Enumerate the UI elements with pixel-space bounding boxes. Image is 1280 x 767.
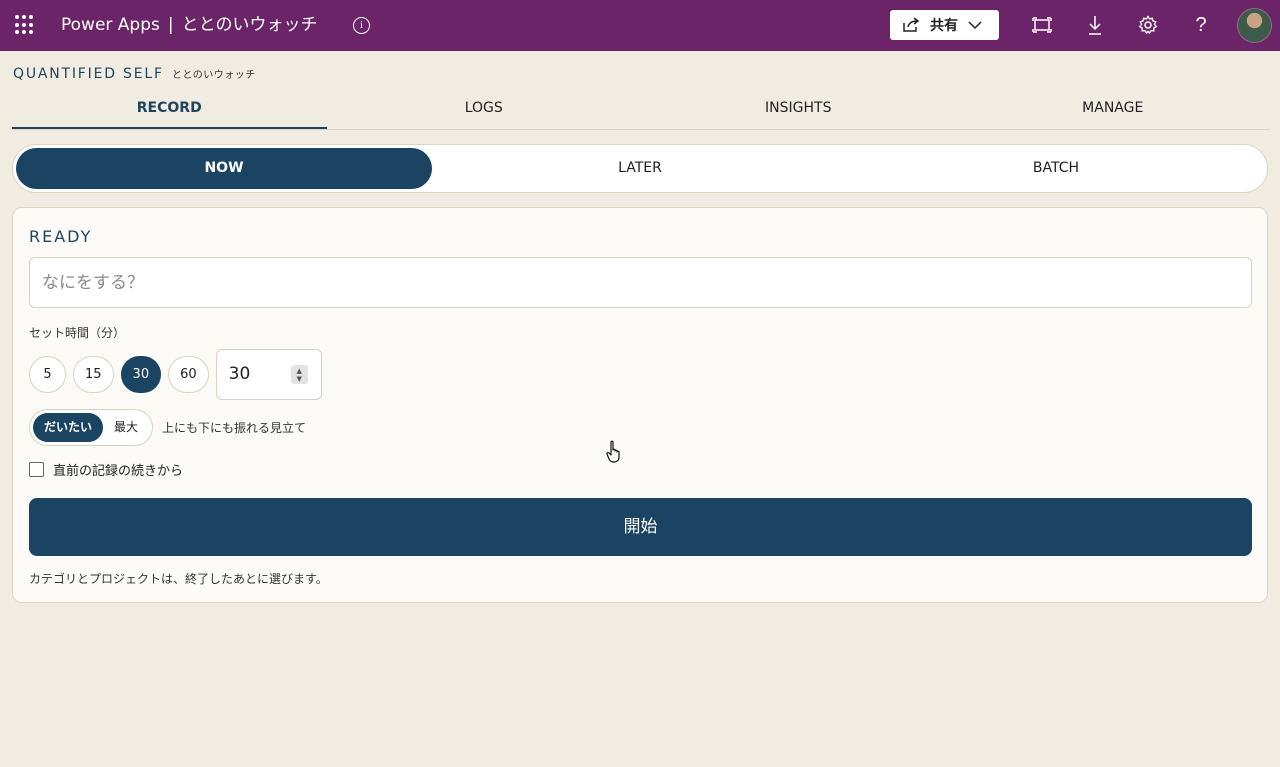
top-bar: Power Apps | ととのいウォッチ i 共有 ? bbox=[0, 0, 1280, 51]
preset-15-button[interactable]: 15 bbox=[73, 356, 114, 393]
tab-logs[interactable]: LOGS bbox=[327, 90, 642, 129]
card-title: READY bbox=[29, 227, 93, 246]
main-tabs: RECORD LOGS INSIGHTS MANAGE bbox=[12, 90, 1270, 130]
brand-subtitle: ととのいウォッチ bbox=[171, 70, 256, 81]
mode-later[interactable]: LATER bbox=[432, 148, 848, 189]
estimate-row: だいたい 最大 上にも下にも振れる見立て bbox=[29, 408, 306, 446]
share-icon bbox=[903, 17, 920, 32]
mode-now[interactable]: NOW bbox=[16, 148, 432, 189]
chevron-down-icon bbox=[968, 21, 982, 30]
tab-manage[interactable]: MANAGE bbox=[956, 90, 1271, 129]
waffle-icon[interactable] bbox=[15, 15, 35, 35]
estimate-toggle: だいたい 最大 bbox=[29, 408, 154, 446]
app-name: ととのいウォッチ bbox=[181, 15, 318, 35]
download-icon[interactable] bbox=[1084, 14, 1106, 36]
time-presets: 5 15 30 60 30 ▲ ▼ bbox=[29, 349, 322, 400]
gear-icon[interactable] bbox=[1137, 14, 1159, 36]
minutes-value: 30 bbox=[228, 364, 251, 384]
footnote: カテゴリとプロジェクトは、終了したあとに選びます。 bbox=[29, 572, 328, 586]
brand-title: QUANTIFIED SELF bbox=[13, 66, 164, 82]
share-label: 共有 bbox=[930, 18, 958, 34]
continue-label[interactable]: 直前の記録の続きから bbox=[53, 460, 183, 479]
preset-60-button[interactable]: 60 bbox=[168, 356, 209, 393]
fit-screen-icon[interactable] bbox=[1031, 14, 1053, 36]
chevron-down-icon[interactable]: ▼ bbox=[296, 375, 301, 383]
minutes-stepper[interactable]: ▲ ▼ bbox=[290, 365, 308, 384]
tab-record[interactable]: RECORD bbox=[12, 90, 327, 129]
continue-checkbox[interactable] bbox=[29, 462, 44, 477]
app-brand: QUANTIFIED SELF ととのいウォッチ bbox=[13, 63, 256, 82]
hand-cursor-icon bbox=[606, 440, 620, 463]
estimate-hint: 上にも下にも振れる見立て bbox=[162, 420, 307, 435]
preset-5-button[interactable]: 5 bbox=[29, 356, 66, 393]
chevron-up-icon[interactable]: ▲ bbox=[296, 367, 301, 375]
app-header-title: Power Apps | ととのいウォッチ bbox=[61, 14, 317, 36]
tab-insights[interactable]: INSIGHTS bbox=[641, 90, 956, 129]
mode-batch[interactable]: BATCH bbox=[848, 148, 1264, 189]
continue-row: 直前の記録の続きから bbox=[29, 460, 183, 479]
record-card: READY セット時間（分） 5 15 30 60 30 ▲ ▼ だいたい 最大… bbox=[12, 207, 1268, 603]
help-icon[interactable]: ? bbox=[1190, 14, 1212, 36]
estimate-approx-option[interactable]: だいたい bbox=[33, 412, 104, 442]
preset-30-button[interactable]: 30 bbox=[120, 356, 162, 393]
product-name: Power Apps bbox=[61, 15, 160, 35]
set-time-label: セット時間（分） bbox=[29, 326, 126, 340]
task-input[interactable] bbox=[29, 257, 1252, 308]
share-button[interactable]: 共有 bbox=[890, 10, 999, 40]
info-icon[interactable]: i bbox=[353, 17, 370, 34]
estimate-max-option[interactable]: 最大 bbox=[103, 413, 149, 442]
avatar[interactable] bbox=[1237, 8, 1272, 43]
minutes-field[interactable]: 30 ▲ ▼ bbox=[215, 349, 322, 400]
title-separator: | bbox=[167, 15, 174, 35]
record-mode-switch: NOW LATER BATCH bbox=[12, 144, 1268, 193]
start-button[interactable]: 開始 bbox=[29, 498, 1252, 556]
